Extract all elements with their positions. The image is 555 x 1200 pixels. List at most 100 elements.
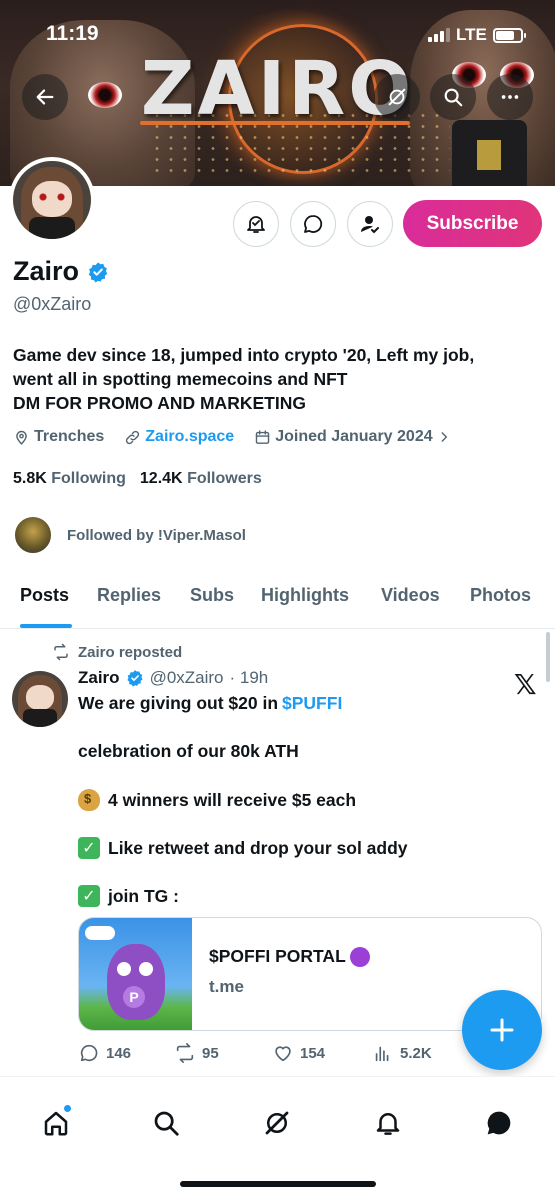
reply-button[interactable]: 146	[78, 1042, 131, 1064]
post-line-text: 4 winners will receive $5 each	[108, 789, 357, 810]
profile-meta: Trenches Zairo.space Joined January 2024	[13, 428, 471, 446]
more-button[interactable]	[487, 74, 533, 120]
check-mark-icon: ✓	[78, 837, 100, 859]
join-date-text: Joined January 2024	[275, 428, 433, 445]
link-domain: t.me	[209, 977, 244, 996]
message-icon	[304, 215, 323, 233]
join-date[interactable]: Joined January 2024	[254, 428, 450, 446]
display-name: Zairo	[13, 256, 80, 286]
post-line-text: We are giving out $20 in	[78, 693, 279, 713]
website[interactable]: Zairo.space	[124, 428, 234, 446]
check-mark-icon: ✓	[78, 885, 100, 907]
banner-shirt-print	[477, 140, 501, 170]
reply-count: 146	[106, 1044, 132, 1062]
follow-counts: 5.8K Following 12.4K Followers	[13, 470, 262, 488]
post-line: We are giving out $20 in $PUFFI	[78, 693, 342, 714]
active-tab-indicator	[20, 624, 72, 628]
location-pin-icon	[16, 430, 27, 445]
repost-button[interactable]: 95	[174, 1042, 219, 1064]
signal-icon	[428, 28, 450, 42]
nav-home[interactable]	[34, 1101, 78, 1145]
followed-by-text: Followed by !Viper.Masol	[67, 526, 246, 544]
post-line: 4 winners will receive $5 each	[78, 789, 356, 811]
bell-icon	[376, 1113, 400, 1135]
tab-photos[interactable]: Photos	[470, 585, 531, 606]
views-icon	[375, 1046, 389, 1062]
profile-avatar[interactable]	[9, 157, 95, 243]
link-title-text: $POFFI PORTAL	[209, 946, 346, 966]
link-thumbnail: P	[79, 918, 192, 1030]
tab-videos[interactable]: Videos	[381, 585, 440, 606]
profile-handle: @0xZairo	[13, 294, 92, 314]
profile-name-row: Zairo	[13, 256, 109, 287]
followers-link[interactable]: 12.4K Followers	[140, 470, 262, 488]
following-link[interactable]: 5.8K Following	[13, 470, 126, 488]
nav-messages[interactable]	[477, 1101, 521, 1145]
tab-posts[interactable]: Posts	[20, 585, 69, 606]
status-indicators: LTE	[428, 25, 526, 45]
location: Trenches	[13, 428, 104, 446]
view-count: 5.2K	[400, 1044, 432, 1062]
repost-text: Zairo reposted	[78, 643, 183, 661]
repost-indicator[interactable]: Zairo reposted	[52, 643, 182, 661]
follow-status-button[interactable]	[347, 201, 393, 247]
money-bag-icon	[78, 789, 100, 811]
message-button[interactable]	[290, 201, 336, 247]
post-author-name[interactable]: Zairo	[78, 668, 120, 688]
like-button[interactable]: 154	[272, 1042, 325, 1064]
plus-icon	[490, 1018, 514, 1042]
repost-icon	[54, 643, 68, 661]
notifications-subscribe-button[interactable]	[233, 201, 279, 247]
back-arrow-icon	[36, 89, 54, 105]
followers-label: Followers	[187, 470, 262, 487]
post-line-text: Like retweet and drop your sol addy	[108, 837, 408, 858]
search-icon	[444, 88, 463, 107]
tab-replies[interactable]: Replies	[97, 585, 161, 606]
post-author-handle[interactable]: @0xZairo	[150, 668, 224, 688]
grok-button[interactable]	[374, 74, 420, 120]
views-button[interactable]: 5.2K	[372, 1042, 432, 1064]
notification-dot	[63, 1104, 72, 1113]
search-button[interactable]	[430, 74, 476, 120]
post-author-avatar[interactable]	[12, 671, 68, 727]
scrollbar[interactable]	[546, 632, 550, 682]
back-button[interactable]	[22, 74, 68, 120]
bio-line: DM FOR PROMO AND MARKETING	[13, 393, 306, 413]
location-text: Trenches	[34, 428, 105, 445]
more-icon	[501, 95, 519, 99]
link-icon	[126, 430, 140, 444]
compose-post-button[interactable]	[462, 990, 542, 1070]
banner-underline	[140, 121, 410, 125]
post-time: · 19h	[229, 668, 269, 687]
following-count: 5.8K	[13, 470, 47, 487]
nav-search[interactable]	[144, 1101, 188, 1145]
bell-plus-icon	[247, 216, 265, 233]
follower-avatar	[13, 515, 53, 555]
reply-icon	[80, 1044, 98, 1062]
verified-badge-icon[interactable]	[87, 261, 109, 283]
post-header: Zairo @0xZairo · 19h	[78, 668, 268, 688]
bio-line: Game dev since 18, jumped into crypto '2…	[13, 345, 475, 365]
nav-grok[interactable]	[255, 1101, 299, 1145]
website-link[interactable]: Zairo.space	[145, 428, 234, 446]
status-time: 11:19	[46, 22, 99, 45]
nav-notifications[interactable]	[366, 1101, 410, 1145]
link-title: $POFFI PORTAL	[209, 946, 370, 967]
followed-by[interactable]: Followed by !Viper.Masol	[13, 515, 246, 555]
x-logo-icon[interactable]: 𝕏	[514, 668, 537, 701]
home-indicator[interactable]	[180, 1181, 376, 1187]
tab-subs[interactable]: Subs	[190, 585, 234, 606]
repost-count: 95	[202, 1044, 219, 1062]
tab-highlights[interactable]: Highlights	[261, 585, 349, 606]
post-line: ✓ join TG :	[78, 885, 179, 907]
grok-icon	[388, 88, 406, 106]
subscribe-button[interactable]: Subscribe	[403, 200, 542, 247]
like-count: 154	[300, 1044, 326, 1062]
person-check-icon	[361, 216, 379, 234]
post-line-text: celebration of our 80k ATH	[78, 741, 299, 761]
cashtag-link[interactable]: $PUFFI	[282, 693, 342, 714]
calendar-icon	[255, 429, 270, 444]
followers-count: 12.4K	[139, 470, 183, 487]
search-icon	[154, 1111, 179, 1136]
verified-badge-icon	[126, 670, 143, 687]
